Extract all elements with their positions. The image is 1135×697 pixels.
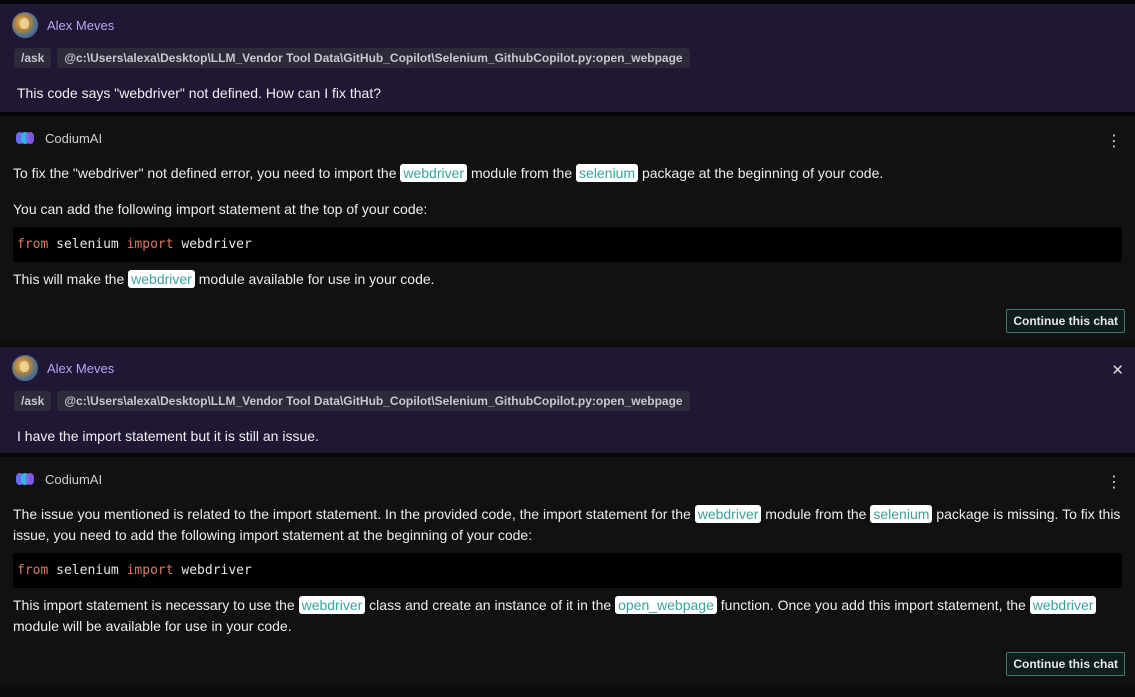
code-block[interactable]: from selenium import webdriver [13, 227, 1122, 262]
user-header: Alex Meves [12, 12, 1123, 38]
inline-code: webdriver [1029, 596, 1097, 614]
command-chip[interactable]: /ask [14, 391, 52, 411]
assistant-name: CodiumAI [45, 130, 103, 146]
codium-logo-icon [16, 473, 34, 485]
avatar-icon [12, 12, 38, 38]
user-name: Alex Meves [47, 360, 115, 376]
continue-chat-button[interactable]: Continue this chat [1006, 652, 1125, 676]
codium-logo-icon [16, 132, 34, 144]
assistant-name: CodiumAI [45, 471, 103, 487]
assistant-paragraph: The issue you mentioned is related to th… [13, 505, 1121, 543]
user-header: Alex Meves [12, 355, 1123, 381]
assistant-message: CodiumAI ⋮ The issue you mentioned is re… [0, 457, 1135, 687]
close-icon[interactable]: ✕ [1111, 363, 1124, 378]
context-chips: /ask @c:\Users\alexa\Desktop\LLM_Vendor … [14, 48, 1123, 68]
assistant-header: CodiumAI [16, 469, 1122, 489]
user-message-text: I have the import statement but it is st… [17, 428, 319, 444]
avatar-icon [12, 355, 38, 381]
context-chip[interactable]: @c:\Users\alexa\Desktop\LLM_Vendor Tool … [57, 48, 690, 68]
inline-code: selenium [870, 505, 933, 523]
inline-code: webdriver [400, 164, 468, 182]
user-message: Alex Meves ✕ /ask @c:\Users\alexa\Deskto… [0, 347, 1135, 453]
user-message: Alex Meves /ask @c:\Users\alexa\Desktop\… [0, 4, 1135, 112]
more-options-icon[interactable]: ⋮ [1106, 475, 1122, 491]
context-chips: /ask @c:\Users\alexa\Desktop\LLM_Vendor … [14, 391, 1123, 411]
context-chip[interactable]: @c:\Users\alexa\Desktop\LLM_Vendor Tool … [57, 391, 690, 411]
continue-chat-button[interactable]: Continue this chat [1006, 309, 1125, 333]
code-block[interactable]: from selenium import webdriver [13, 553, 1122, 588]
inline-code: webdriver [694, 505, 762, 523]
assistant-paragraph: You can add the following import stateme… [13, 201, 428, 217]
assistant-header: CodiumAI [16, 128, 1122, 148]
inline-code: webdriver [128, 270, 195, 288]
assistant-paragraph: To fix the "webdriver" not defined error… [13, 164, 884, 182]
more-options-icon[interactable]: ⋮ [1106, 134, 1122, 150]
inline-code: open_webpage [615, 596, 717, 614]
user-message-text: This code says "webdriver" not defined. … [17, 85, 382, 101]
assistant-paragraph: This will make the webdriver module avai… [13, 270, 435, 288]
command-chip[interactable]: /ask [14, 48, 52, 68]
assistant-paragraph: This import statement is necessary to us… [13, 595, 1122, 637]
assistant-message: CodiumAI ⋮ To fix the "webdriver" not de… [0, 116, 1135, 341]
user-name: Alex Meves [47, 17, 115, 33]
inline-code: selenium [576, 164, 639, 182]
inline-code: webdriver [298, 596, 366, 614]
